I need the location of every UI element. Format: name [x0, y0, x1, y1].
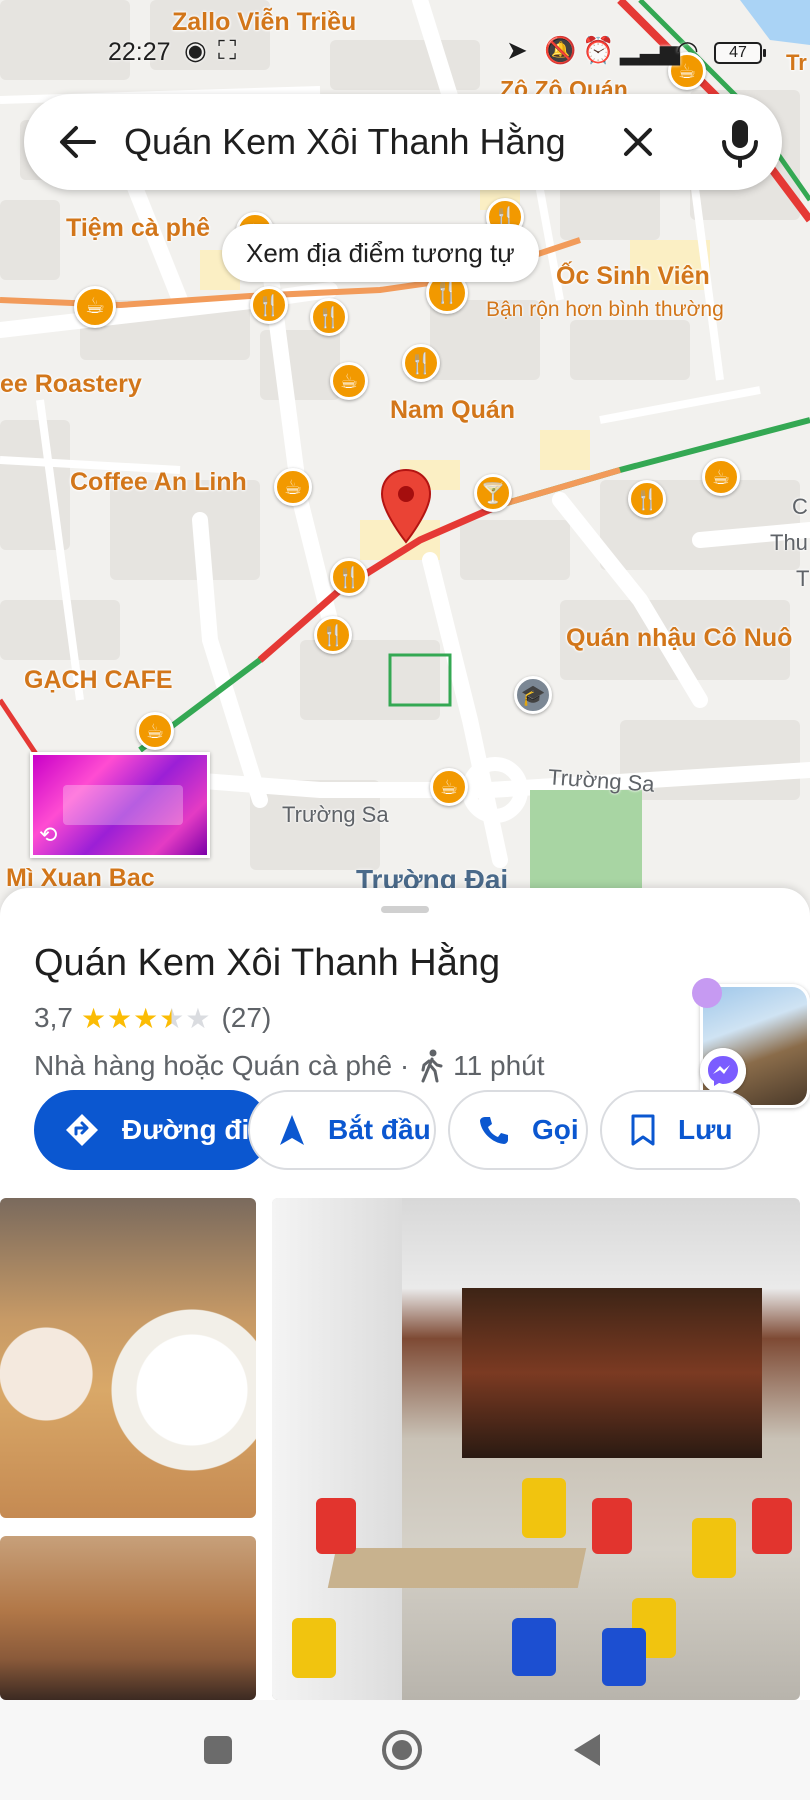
call-button[interactable]: Gọi: [448, 1090, 588, 1170]
review-count[interactable]: (27): [221, 1002, 271, 1034]
search-bar[interactable]: Quán Kem Xôi Thanh Hằng: [24, 94, 782, 190]
messenger-icon: ◉: [184, 36, 207, 66]
recents-button-icon[interactable]: [196, 1728, 240, 1772]
wifi-icon: ◠: [676, 36, 699, 66]
cafe-pin-icon[interactable]: ☕: [136, 712, 174, 750]
system-nav-bar: [0, 1700, 810, 1800]
call-label: Gọi: [532, 1114, 579, 1145]
poi-nam-quan-label[interactable]: Nam Quán: [390, 396, 515, 425]
star-icon: ★: [185, 1001, 211, 1035]
interior-table: [327, 1548, 587, 1588]
directions-icon: [66, 1114, 98, 1146]
star-icon: ★: [133, 1001, 159, 1035]
rating-row[interactable]: 3,7 ★★★★★ (27): [34, 1000, 271, 1036]
directions-label: Đường đi: [122, 1114, 250, 1145]
selected-place-marker-icon[interactable]: [380, 468, 432, 544]
similar-places-chip[interactable]: Xem địa điểm tương tự: [222, 224, 539, 282]
poi-tiem-ca-phe-label[interactable]: Tiệm cà phê: [66, 214, 210, 243]
battery-icon: 47: [714, 42, 766, 64]
rating-stars: ★★★★★: [81, 1002, 212, 1035]
messenger-icon[interactable]: [700, 1048, 746, 1094]
restaurant-pin-icon[interactable]: 🍴: [314, 616, 352, 654]
status-bar: 22:27 ◉ ⛶ ➤ 🔕 ⏰ ▂▃▅ ◠ 47: [0, 30, 810, 78]
street-view-360-icon: ⟲: [39, 823, 58, 848]
save-label: Lưu: [678, 1114, 733, 1145]
start-button[interactable]: Bắt đầu: [248, 1090, 436, 1170]
interior-chair: [592, 1498, 632, 1554]
category-row: Nhà hàng hoặc Quán cà phê · 11 phút: [34, 1046, 545, 1086]
road-truong-sa-label: Trường Sa: [282, 802, 389, 827]
street-view-image: [63, 785, 183, 825]
place-details-sheet[interactable]: Quán Kem Xôi Thanh Hằng 3,7 ★★★★★ (27) N…: [0, 888, 810, 1700]
mute-icon: 🔕: [544, 36, 577, 66]
phone-icon: [480, 1117, 508, 1144]
street-view-thumbnail[interactable]: ⟲: [30, 752, 210, 858]
walking-icon: [421, 1049, 443, 1083]
interior-chair: [602, 1628, 646, 1686]
location-arrow-icon: ➤: [506, 36, 528, 66]
restaurant-pin-icon[interactable]: 🍴: [628, 480, 666, 518]
poi-coffee-an-linh-label[interactable]: Coffee An Linh: [70, 468, 247, 497]
restaurant-pin-icon[interactable]: 🍴: [402, 344, 440, 382]
school-pin-icon[interactable]: 🎓: [514, 676, 552, 714]
save-button[interactable]: Lưu: [600, 1090, 760, 1170]
map-edge-label-c: C: [792, 494, 808, 519]
poi-oc-busy-label: Bận rộn hơn bình thường: [486, 298, 724, 321]
search-input[interactable]: Quán Kem Xôi Thanh Hằng: [124, 118, 614, 166]
interior-chair: [692, 1518, 736, 1578]
status-time: 22:27: [108, 38, 171, 66]
interior-chair: [752, 1498, 792, 1554]
directions-button[interactable]: Đường đi: [34, 1090, 270, 1170]
star-icon: ★: [80, 1001, 107, 1035]
photo-interior[interactable]: [272, 1198, 800, 1700]
signal-icon: ▂▃▅: [620, 36, 680, 66]
poi-gach-cafe-label[interactable]: GẠCH CAFE: [24, 666, 173, 695]
start-label: Bắt đầu: [328, 1114, 431, 1145]
home-button-icon[interactable]: [380, 1728, 424, 1772]
restaurant-pin-icon[interactable]: 🍴: [330, 558, 368, 596]
place-title: Quán Kem Xôi Thanh Hằng: [34, 942, 501, 984]
restaurant-pin-icon[interactable]: 🍴: [250, 286, 288, 324]
notification-dot: [692, 978, 722, 1008]
navigation-arrow-icon: [280, 1115, 304, 1145]
poi-roastery-label[interactable]: ee Roastery: [0, 370, 142, 399]
interior-chair: [316, 1498, 356, 1554]
assistant-icon: ⛶: [218, 36, 237, 66]
rating-value: 3,7: [34, 1002, 73, 1033]
place-category: Nhà hàng hoặc Quán cà phê ·: [34, 1050, 410, 1081]
cafe-pin-icon[interactable]: ☕: [74, 286, 116, 328]
bookmark-icon: [631, 1114, 655, 1146]
cafe-pin-icon[interactable]: ☕: [330, 362, 368, 400]
restaurant-pin-icon[interactable]: 🍴: [310, 298, 348, 336]
cafe-pin-icon[interactable]: ☕: [430, 768, 468, 806]
alarm-icon: ⏰: [582, 36, 615, 66]
interior-chair: [512, 1618, 556, 1676]
bar-pin-icon[interactable]: 🍸: [474, 474, 512, 512]
close-icon[interactable]: [614, 118, 662, 166]
poi-quan-nhau-label[interactable]: Quán nhậu Cô Nuô: [566, 624, 792, 653]
poi-oc-sinh-vien-label[interactable]: Ốc Sinh Viên: [556, 262, 710, 291]
walk-time: 11 phút: [453, 1050, 545, 1081]
cafe-pin-icon[interactable]: ☕: [702, 458, 740, 496]
back-button-icon[interactable]: [566, 1728, 610, 1772]
interior-chair: [522, 1478, 566, 1538]
interior-shopfront: [462, 1288, 762, 1458]
poi-thu-label: Thu: [770, 530, 808, 555]
map-edge-label-t: T: [796, 566, 810, 591]
action-buttons: Đường đi Bắt đầu Gọi Lưu: [34, 1090, 810, 1170]
cafe-pin-icon[interactable]: ☕: [274, 468, 312, 506]
mic-icon[interactable]: [716, 114, 764, 170]
star-icon: ★: [159, 1001, 185, 1035]
drag-handle[interactable]: [381, 906, 429, 913]
photo-dessert[interactable]: [0, 1198, 256, 1518]
interior-chair: [292, 1618, 336, 1678]
back-arrow-icon[interactable]: [54, 118, 102, 166]
photo-building[interactable]: [0, 1536, 256, 1700]
star-icon: ★: [107, 1001, 133, 1035]
